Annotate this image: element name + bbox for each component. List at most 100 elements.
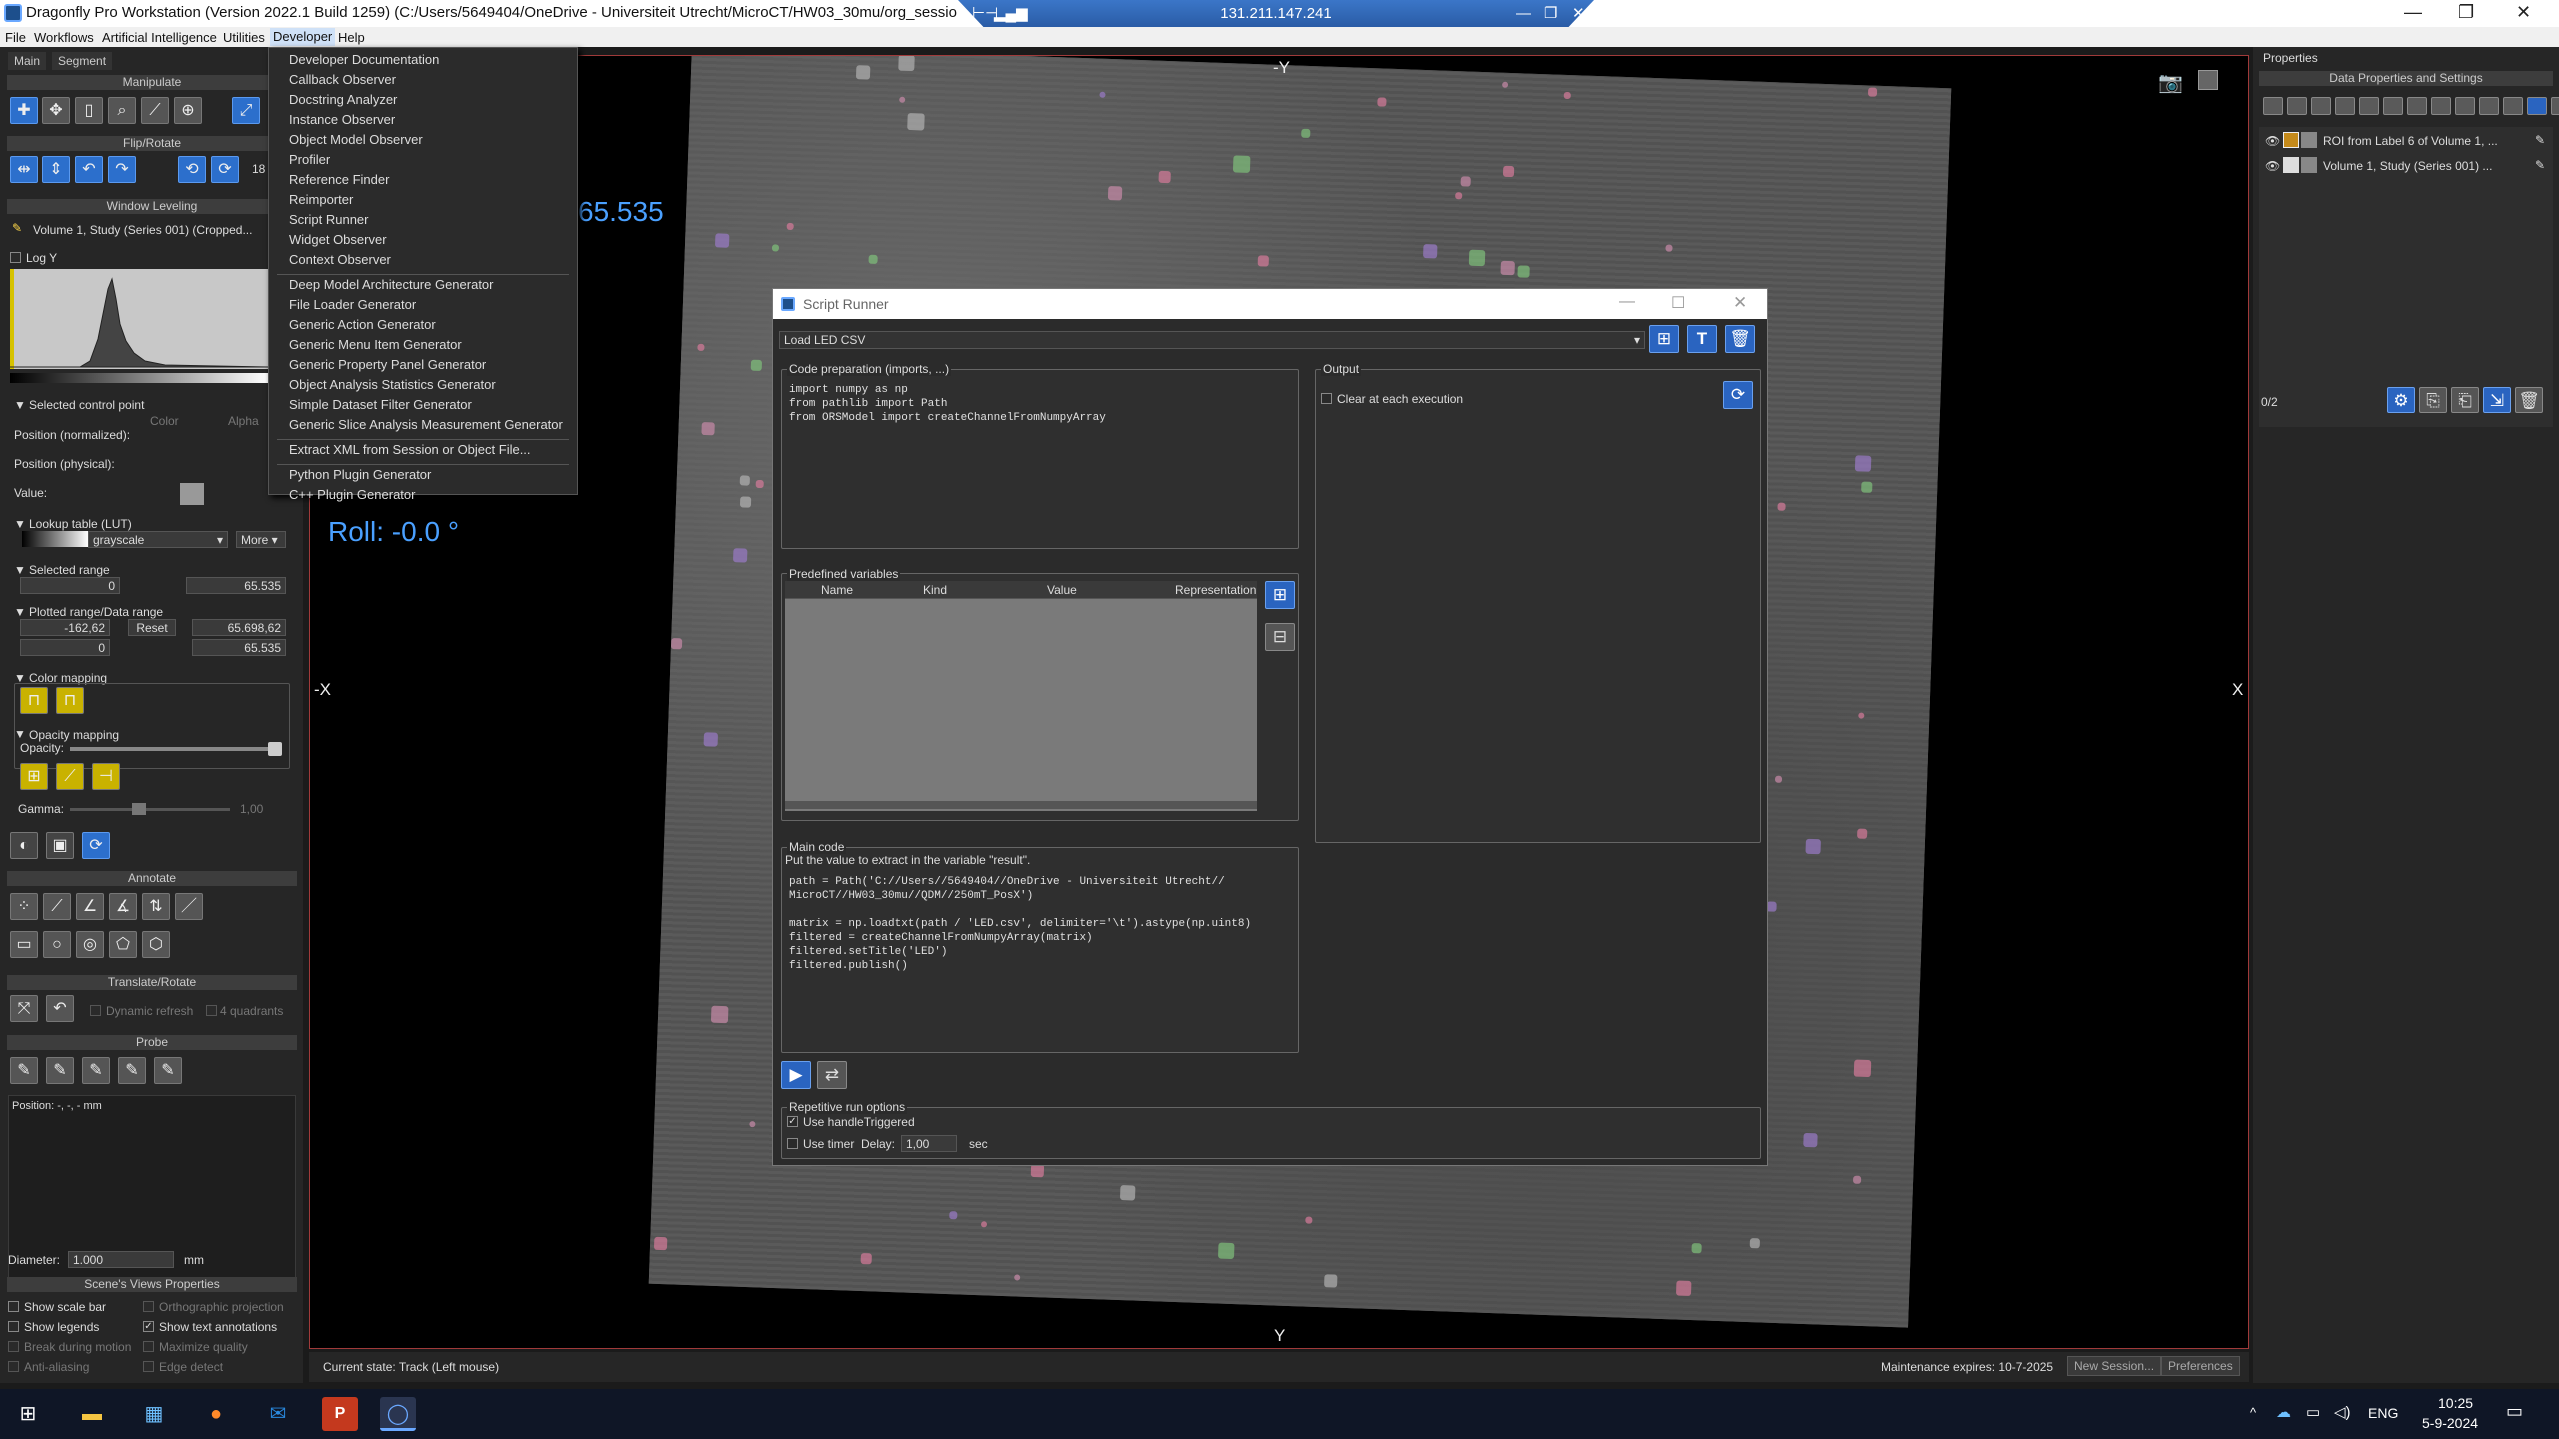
- pin-roi-icon[interactable]: ✎: [2535, 133, 2545, 147]
- new-session-button[interactable]: New Session...: [2067, 1356, 2162, 1376]
- annotate-points-icon[interactable]: ⁘: [10, 893, 38, 920]
- use-timer-checkbox[interactable]: [787, 1138, 798, 1149]
- dev-menu-item[interactable]: Object Analysis Statistics Generator: [289, 377, 496, 392]
- rotate-left-icon[interactable]: ↶: [75, 156, 103, 183]
- plotted-range-reset-button[interactable]: Reset: [128, 619, 176, 636]
- right-action-1-icon[interactable]: ⚙: [2387, 387, 2415, 413]
- remote-restore-icon[interactable]: ❐: [1544, 0, 1557, 27]
- refresh-output-icon[interactable]: ⟳: [1723, 381, 1753, 409]
- tray-chevron-icon[interactable]: ^: [2250, 1405, 2256, 1420]
- probe-rect-icon[interactable]: ✎: [82, 1057, 110, 1084]
- lut-arrow-icon[interactable]: ▼: [14, 517, 26, 531]
- minimize-icon[interactable]: —: [2404, 2, 2422, 23]
- data-item-roi[interactable]: ROI from Label 6 of Volume 1, ...: [2323, 134, 2498, 148]
- gamma-slider[interactable]: [70, 808, 230, 811]
- delete-script-icon[interactable]: 🗑: [1725, 325, 1755, 353]
- ortho-checkbox[interactable]: [143, 1301, 154, 1312]
- pin-volume-icon[interactable]: ✎: [2535, 158, 2545, 172]
- outlook-icon[interactable]: ✉: [260, 1397, 296, 1431]
- dev-menu-item[interactable]: Docstring Analyzer: [289, 92, 397, 107]
- menu-ai[interactable]: Artificial Intelligence: [102, 30, 217, 45]
- data-item-volume[interactable]: Volume 1, Study (Series 001) ...: [2323, 159, 2492, 173]
- dev-menu-item[interactable]: Generic Slice Analysis Measurement Gener…: [289, 417, 563, 432]
- annotate-line-icon[interactable]: ／: [175, 893, 203, 920]
- select-tool-icon[interactable]: ▯: [75, 97, 103, 124]
- rotate-cw-icon[interactable]: ⟳: [211, 156, 239, 183]
- plotted-range-max[interactable]: 65.698,62: [192, 619, 286, 636]
- collapse-arrow-icon[interactable]: ▼: [14, 398, 26, 412]
- dev-menu-item[interactable]: Extract XML from Session or Object File.…: [289, 442, 531, 457]
- right-delete-icon[interactable]: 🗑: [2515, 387, 2543, 413]
- run-script-icon[interactable]: ▶: [781, 1061, 811, 1089]
- selected-range-arrow-icon[interactable]: ▼: [14, 563, 26, 577]
- menu-utilities[interactable]: Utilities: [223, 30, 265, 45]
- sr-maximize-icon[interactable]: ☐: [1671, 293, 1685, 313]
- col-kind[interactable]: Kind: [923, 583, 947, 597]
- opacity-arrow-icon[interactable]: ▼: [14, 727, 26, 741]
- box-icon[interactable]: ▣: [46, 832, 74, 859]
- rotate-ccw-icon[interactable]: ⟲: [178, 156, 206, 183]
- selected-range-max[interactable]: 65.535: [186, 577, 286, 594]
- maximize-quality-checkbox[interactable]: [143, 1341, 154, 1352]
- dev-menu-item[interactable]: File Loader Generator: [289, 297, 416, 312]
- rename-script-icon[interactable]: T: [1687, 325, 1717, 353]
- text-annotations-checkbox[interactable]: ✓: [143, 1321, 154, 1332]
- property-toolbar-icon[interactable]: [2263, 97, 2283, 115]
- menu-developer[interactable]: Developer: [270, 28, 336, 46]
- sr-minimize-icon[interactable]: —: [1619, 293, 1635, 311]
- powerpoint-icon[interactable]: P: [322, 1397, 358, 1431]
- dev-menu-item[interactable]: Python Plugin Generator: [289, 467, 431, 482]
- fit-view-icon[interactable]: ⤢: [232, 97, 260, 124]
- col-name[interactable]: Name: [821, 583, 853, 597]
- flip-v-icon[interactable]: ⇕: [42, 156, 70, 183]
- diameter-input[interactable]: 1.000: [68, 1251, 174, 1268]
- toggle-run-icon[interactable]: ⇄: [817, 1061, 847, 1089]
- dev-menu-item[interactable]: Developer Documentation: [289, 52, 439, 67]
- opacity-step-icon[interactable]: ⊣: [92, 763, 120, 790]
- break-motion-checkbox[interactable]: [8, 1341, 19, 1352]
- move-tool-icon[interactable]: ✥: [42, 97, 70, 124]
- probe-sphere-icon[interactable]: ✎: [154, 1057, 182, 1084]
- histogram[interactable]: [10, 269, 268, 369]
- dragonfly-taskbar-icon[interactable]: ◯: [380, 1397, 416, 1431]
- undo-transform-icon[interactable]: ↶: [46, 995, 74, 1022]
- clock-date[interactable]: 5-9-2024: [2422, 1415, 2478, 1431]
- legends-checkbox[interactable]: [8, 1321, 19, 1332]
- start-icon[interactable]: ⊞: [10, 1397, 46, 1431]
- network-icon[interactable]: ▭: [2306, 1403, 2320, 1421]
- measure-tool-icon[interactable]: ⟋: [141, 97, 169, 124]
- property-toolbar-icon[interactable]: [2407, 97, 2427, 115]
- predefined-table[interactable]: Name Kind Value Representation: [785, 581, 1257, 811]
- dev-menu-item[interactable]: Profiler: [289, 152, 330, 167]
- property-toolbar-icon[interactable]: [2311, 97, 2331, 115]
- dev-menu-item[interactable]: Reference Finder: [289, 172, 389, 187]
- probe-line-icon[interactable]: ✎: [46, 1057, 74, 1084]
- dev-menu-item[interactable]: Simple Dataset Filter Generator: [289, 397, 472, 412]
- script-runner-titlebar[interactable]: Script Runner — ☐ ✕: [773, 289, 1767, 319]
- right-action-2-icon[interactable]: ⎘: [2419, 387, 2447, 413]
- dev-menu-item[interactable]: Generic Property Panel Generator: [289, 357, 486, 372]
- dev-menu-item[interactable]: Generic Action Generator: [289, 317, 436, 332]
- dev-menu-item[interactable]: Context Observer: [289, 252, 391, 267]
- selected-range-min[interactable]: 0: [20, 577, 120, 594]
- dev-menu-item[interactable]: Instance Observer: [289, 112, 395, 127]
- file-explorer-icon[interactable]: ▬: [74, 1397, 110, 1431]
- volume-icon[interactable]: ◁): [2334, 1403, 2351, 1421]
- flip-h-icon[interactable]: ⇹: [10, 156, 38, 183]
- property-toolbar-icon[interactable]: [2383, 97, 2403, 115]
- close-icon[interactable]: ✕: [2516, 2, 2531, 23]
- dev-menu-item[interactable]: C++ Plugin Generator: [289, 487, 415, 502]
- probe-circle-icon[interactable]: ✎: [118, 1057, 146, 1084]
- add-script-icon[interactable]: ⊞: [1649, 325, 1679, 353]
- preferences-button[interactable]: Preferences: [2161, 1356, 2240, 1376]
- zoom-tool-icon[interactable]: ⌕: [108, 97, 136, 124]
- lut-more-button[interactable]: More ▾: [236, 531, 286, 548]
- visibility-eye-icon[interactable]: 👁: [2265, 134, 2280, 148]
- property-toolbar-icon[interactable]: [2335, 97, 2355, 115]
- edge-detect-checkbox[interactable]: [143, 1361, 154, 1372]
- rotate-right-icon[interactable]: ↷: [108, 156, 136, 183]
- annotate-rect-icon[interactable]: ▭: [10, 931, 38, 958]
- clock-time[interactable]: 10:25: [2438, 1395, 2473, 1411]
- plotted-range-arrow-icon[interactable]: ▼: [14, 605, 26, 619]
- opacity-slider-handle[interactable]: [268, 742, 282, 756]
